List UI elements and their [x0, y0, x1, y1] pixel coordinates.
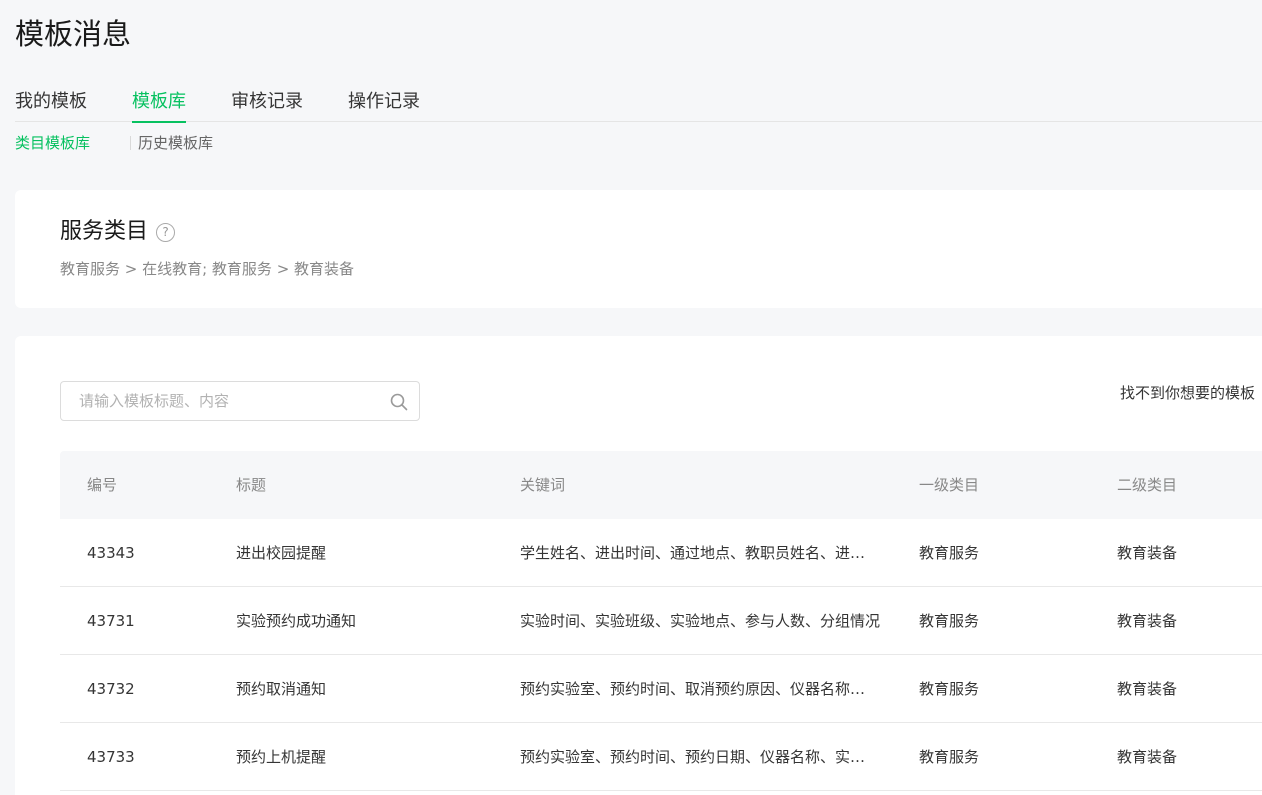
cell-level2-category: 教育装备 [1117, 748, 1178, 766]
tab-template-library[interactable]: 模板库 [132, 88, 186, 123]
help-icon[interactable]: ? [156, 223, 175, 242]
header-keywords: 关键词 [520, 476, 566, 494]
cell-title: 预约上机提醒 [236, 748, 327, 766]
cell-keywords: 预约实验室、预约时间、取消预约原因、仪器名称、备注 [520, 680, 880, 698]
not-found-template-link[interactable]: 找不到你想要的模板 [1120, 382, 1255, 404]
table-row[interactable]: 43343 进出校园提醒 学生姓名、进出时间、通过地点、教职员姓名、进出状态 教… [60, 519, 1262, 587]
subtab-history-library[interactable]: 历史模板库 [138, 132, 213, 154]
cell-id: 43732 [87, 680, 135, 698]
service-category-card: 服务类目 ? 教育服务 > 在线教育; 教育服务 > 教育装备 [15, 190, 1262, 308]
cell-id: 43733 [87, 748, 135, 766]
cell-keywords: 预约实验室、预约时间、预约日期、仪器名称、实验内容 [520, 748, 880, 766]
category-title: 服务类目 [60, 219, 149, 244]
tab-review-records[interactable]: 审核记录 [231, 88, 303, 122]
cell-level1-category: 教育服务 [919, 544, 980, 562]
cell-level2-category: 教育装备 [1117, 680, 1178, 698]
template-list-card: 找不到你想要的模板 编号 标题 关键词 一级类目 二级类目 43343 进出校园… [15, 336, 1262, 795]
main-tabs: 我的模板 模板库 审核记录 操作记录 [15, 88, 1262, 123]
cell-level1-category: 教育服务 [919, 680, 980, 698]
cell-keywords: 学生姓名、进出时间、通过地点、教职员姓名、进出状态 [520, 544, 880, 562]
table-header: 编号 标题 关键词 一级类目 二级类目 [60, 451, 1262, 519]
cell-level2-category: 教育装备 [1117, 612, 1178, 630]
template-message-page: 模板消息 我的模板 模板库 审核记录 操作记录 类目模板库 历史模板库 服务类目… [0, 0, 1262, 795]
cell-level2-category: 教育装备 [1117, 544, 1178, 562]
search-box [60, 381, 420, 421]
header-id: 编号 [87, 476, 118, 494]
subtab-category-library[interactable]: 类目模板库 [15, 132, 90, 154]
subtab-divider [130, 136, 131, 150]
cell-level1-category: 教育服务 [919, 612, 980, 630]
tab-operation-records[interactable]: 操作记录 [348, 88, 420, 122]
cell-title: 进出校园提醒 [236, 544, 327, 562]
search-input[interactable] [62, 383, 372, 419]
cell-id: 43343 [87, 544, 135, 562]
search-icon[interactable] [389, 392, 409, 412]
page-title: 模板消息 [15, 17, 132, 51]
tab-my-templates[interactable]: 我的模板 [15, 88, 87, 122]
cell-title: 实验预约成功通知 [236, 612, 357, 630]
template-table: 编号 标题 关键词 一级类目 二级类目 43343 进出校园提醒 学生姓名、进出… [60, 451, 1262, 791]
cell-id: 43731 [87, 612, 135, 630]
header-level2-category: 二级类目 [1117, 476, 1178, 494]
table-row[interactable]: 43733 预约上机提醒 预约实验室、预约时间、预约日期、仪器名称、实验内容 教… [60, 723, 1262, 791]
category-path: 教育服务 > 在线教育; 教育服务 > 教育装备 [60, 260, 355, 278]
header-title: 标题 [236, 476, 267, 494]
cell-title: 预约取消通知 [236, 680, 327, 698]
header-level1-category: 一级类目 [919, 476, 980, 494]
table-row[interactable]: 43732 预约取消通知 预约实验室、预约时间、取消预约原因、仪器名称、备注 教… [60, 655, 1262, 723]
cell-keywords: 实验时间、实验班级、实验地点、参与人数、分组情况 [520, 612, 880, 630]
table-row[interactable]: 43731 实验预约成功通知 实验时间、实验班级、实验地点、参与人数、分组情况 … [60, 587, 1262, 655]
cell-level1-category: 教育服务 [919, 748, 980, 766]
